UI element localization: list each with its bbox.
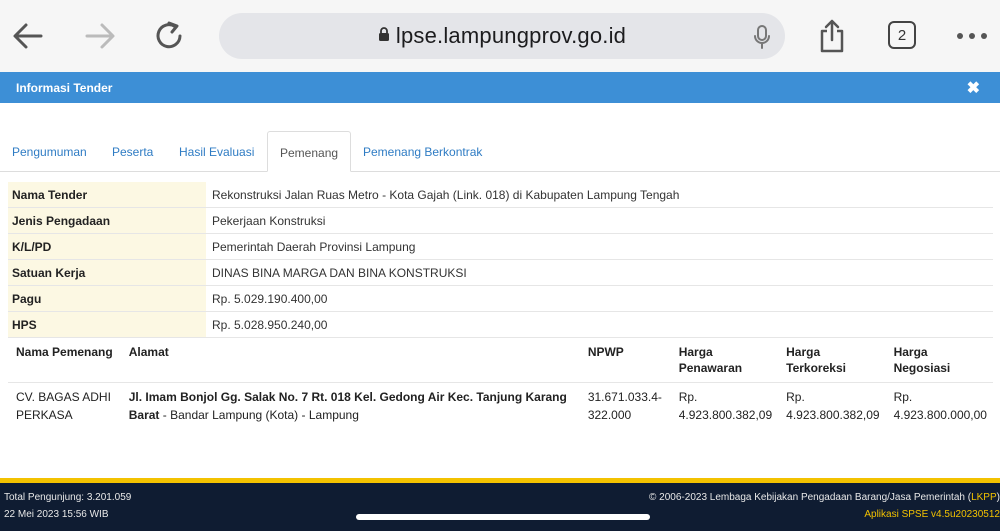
- header-line: Harga: [893, 345, 928, 359]
- table-row: Nama Tender Rekonstruksi Jalan Ruas Metr…: [8, 182, 993, 208]
- info-value: Pemerintah Daerah Provinsi Lampung: [206, 233, 993, 260]
- address-bold: Barat: [128, 408, 160, 422]
- lock-icon: [378, 26, 390, 47]
- info-label: Nama Tender: [8, 182, 206, 208]
- arrow-right-icon: [85, 23, 115, 49]
- table-row: K/L/PD Pemerintah Daerah Provinsi Lampun…: [8, 233, 993, 260]
- address-bar[interactable]: lpse.lampungprov.go.id: [219, 13, 785, 59]
- info-label: K/L/PD: [8, 233, 206, 260]
- tab-pemenang[interactable]: Pemenang: [267, 131, 352, 172]
- microphone-icon[interactable]: [753, 24, 771, 55]
- share-icon: [820, 19, 844, 53]
- col-header-offer: Harga Penawaran: [670, 340, 779, 383]
- col-header-address: Alamat: [120, 340, 580, 383]
- reload-button[interactable]: [150, 14, 190, 58]
- lkpp-link[interactable]: LKPP: [971, 492, 997, 503]
- address-rest: - Bandar Lampung (Kota) - Lampung: [159, 408, 359, 422]
- copyright-text: © 2006-2023 Lembaga Kebijakan Pengadaan …: [649, 492, 972, 503]
- col-header-name: Nama Pemenang: [8, 340, 121, 383]
- footer-copyright: © 2006-2023 Lembaga Kebijakan Pengadaan …: [649, 492, 1000, 503]
- header-line: Penawaran: [678, 361, 743, 375]
- price-line: Rp.: [786, 390, 805, 404]
- forward-button[interactable]: [80, 14, 120, 58]
- tab-peserta[interactable]: Peserta: [100, 131, 165, 171]
- share-button[interactable]: [812, 14, 852, 58]
- more-button[interactable]: [952, 14, 992, 58]
- price-line: 4.923.800.000,00: [893, 408, 987, 422]
- footer: Total Pengunjung: 3.201.059 22 Mei 2023 …: [0, 483, 1000, 531]
- price-line: 4.923.800.382,09: [786, 408, 880, 422]
- header-line: Terkoreksi: [786, 361, 846, 375]
- home-indicator[interactable]: [356, 514, 650, 520]
- price-line: Rp.: [678, 390, 698, 404]
- info-label: Satuan Kerja: [8, 259, 206, 286]
- footer-datetime: 22 Mei 2023 15:56 WIB: [4, 509, 109, 520]
- winner-npwp: 31.671.033.4- 322.000: [580, 383, 671, 429]
- visitor-count: Total Pengunjung: 3.201.059: [4, 492, 132, 503]
- winner-negotiated-price: Rp. 4.923.800.000,00: [886, 383, 993, 429]
- table-row: HPS Rp. 5.028.950.240,00: [8, 311, 993, 338]
- col-header-npwp: NPWP: [579, 340, 671, 383]
- tab-pemenang-berkontrak[interactable]: Pemenang Berkontrak: [351, 131, 494, 171]
- info-value: DINAS BINA MARGA DAN BINA KONSTRUKSI: [206, 259, 993, 286]
- tab-pengumuman[interactable]: Pengumuman: [0, 131, 99, 171]
- table-row: Jenis Pengadaan Pekerjaan Konstruksi: [8, 207, 993, 234]
- winner-name-line: PERKASA: [16, 408, 73, 422]
- col-header-negotiated: Harga Negosiasi: [885, 340, 993, 383]
- info-value: Rp. 5.028.950.240,00: [206, 311, 993, 338]
- modal-title: Informasi Tender: [16, 81, 113, 95]
- info-value: Pekerjaan Konstruksi: [206, 207, 993, 234]
- price-line: 4.923.800.382,09: [678, 408, 773, 422]
- table-row: Satuan Kerja DINAS BINA MARGA DAN BINA K…: [8, 259, 993, 286]
- address-bold: Jl. Imam Bonjol Gg. Salak No. 7 Rt. 018 …: [128, 390, 567, 404]
- info-label: Pagu: [8, 285, 206, 312]
- table-row: Pagu Rp. 5.029.190.400,00: [8, 285, 993, 312]
- header-line: Harga: [678, 345, 713, 359]
- modal-header: Informasi Tender ✖: [0, 72, 1000, 103]
- info-label: Jenis Pengadaan: [8, 207, 206, 234]
- tab-hasil-evaluasi[interactable]: Hasil Evaluasi: [167, 131, 266, 171]
- winner-corrected-price: Rp. 4.923.800.382,09: [778, 383, 885, 429]
- tabs-button[interactable]: 2: [888, 21, 916, 49]
- table-row: CV. BAGAS ADHI PERKASA Jl. Imam Bonjol G…: [8, 383, 993, 429]
- copyright-end: ): [996, 492, 1000, 503]
- back-button[interactable]: [8, 14, 48, 58]
- info-value: Rekonstruksi Jalan Ruas Metro - Kota Gaj…: [206, 182, 993, 208]
- winner-table: Nama Pemenang Alamat NPWP Harga Penawara…: [8, 340, 993, 428]
- col-header-corrected: Harga Terkoreksi: [778, 340, 886, 383]
- more-dots-icon: [957, 33, 987, 39]
- npwp-line: 322.000: [587, 408, 632, 422]
- winner-name: CV. BAGAS ADHI PERKASA: [8, 383, 121, 429]
- winner-name-line: CV. BAGAS ADHI: [16, 390, 111, 404]
- info-label: HPS: [8, 311, 206, 338]
- info-value: Rp. 5.029.190.400,00: [206, 285, 993, 312]
- tender-info-table: Nama Tender Rekonstruksi Jalan Ruas Metr…: [8, 182, 993, 338]
- price-line: Rp.: [893, 390, 913, 404]
- browser-toolbar: lpse.lampungprov.go.id 2: [0, 0, 1000, 72]
- url-text: lpse.lampungprov.go.id: [395, 23, 627, 48]
- arrow-left-icon: [13, 23, 43, 49]
- tender-tabs: Pengumuman Peserta Hasil Evaluasi Pemena…: [0, 131, 1000, 172]
- header-line: Negosiasi: [893, 361, 951, 375]
- reload-icon: [156, 21, 182, 49]
- table-header-row: Nama Pemenang Alamat NPWP Harga Penawara…: [8, 340, 993, 383]
- winner-address: Jl. Imam Bonjol Gg. Salak No. 7 Rt. 018 …: [121, 383, 580, 429]
- winner-offer-price: Rp. 4.923.800.382,09: [671, 383, 778, 429]
- npwp-line: 31.671.033.4-: [587, 390, 662, 404]
- header-line: Harga: [786, 345, 821, 359]
- app-version: Aplikasi SPSE v4.5u20230512: [864, 509, 1000, 520]
- close-icon[interactable]: ✖: [967, 78, 980, 98]
